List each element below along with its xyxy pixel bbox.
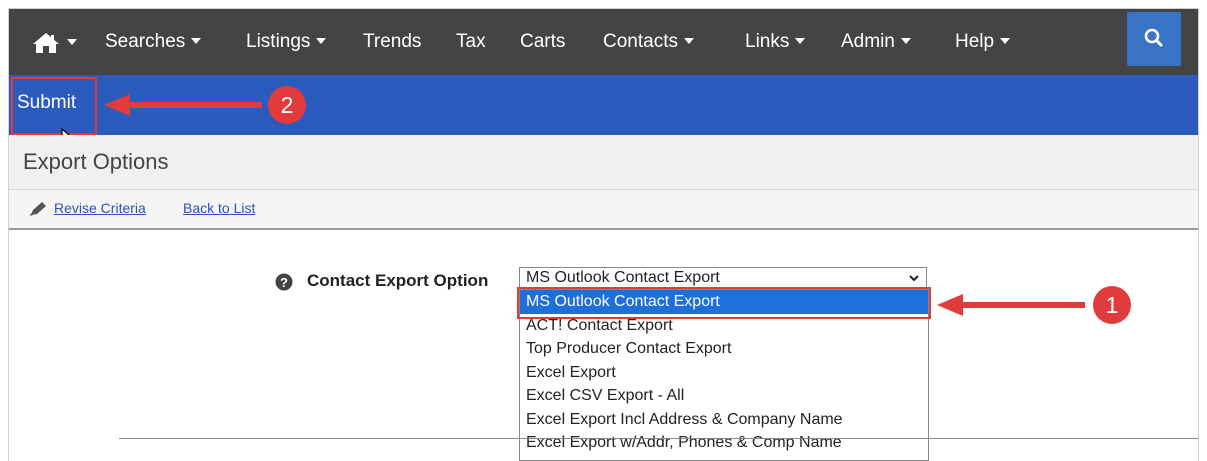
svg-text:?: ? — [280, 275, 288, 290]
nav-trends-label: Trends — [363, 31, 422, 52]
annotation-arrow-2 — [104, 94, 262, 116]
top-navigation: Searches Listings Trends Tax Carts Conta… — [9, 9, 1198, 75]
chevron-down-icon — [909, 275, 919, 282]
divider — [119, 438, 1198, 439]
selected-option-highlight-box — [517, 287, 931, 319]
chevron-down-icon — [900, 37, 911, 44]
submit-highlight-box — [11, 77, 97, 135]
action-toolbar: Submit 2 — [9, 75, 1198, 149]
back-to-list-link[interactable]: Back to List — [183, 200, 255, 216]
revise-criteria-link[interactable]: Revise Criteria — [54, 200, 146, 216]
select-current-value: MS Outlook Contact Export — [526, 269, 720, 286]
nav-admin[interactable]: Admin — [841, 9, 911, 75]
nav-listings-label: Listings — [246, 31, 311, 52]
chevron-down-icon — [795, 37, 806, 44]
nav-carts-label: Carts — [520, 31, 566, 52]
contact-export-option-select[interactable]: MS Outlook Contact Export — [519, 267, 927, 289]
chevron-down-icon — [1000, 37, 1011, 44]
app-window: Searches Listings Trends Tax Carts Conta… — [8, 8, 1199, 461]
annotation-badge-2: 2 — [268, 86, 306, 124]
pencil-icon — [30, 202, 46, 216]
annotation-badge-1: 1 — [1093, 286, 1131, 324]
nav-contacts[interactable]: Contacts — [603, 9, 694, 75]
nav-links-label: Links — [745, 31, 790, 52]
home-menu-caret-icon[interactable] — [67, 39, 77, 45]
option-top-producer[interactable]: Top Producer Contact Export — [520, 337, 928, 361]
nav-trends[interactable]: Trends — [363, 9, 421, 75]
option-excel-export[interactable]: Excel Export — [520, 361, 928, 385]
search-button[interactable] — [1127, 12, 1181, 66]
chevron-down-icon — [683, 37, 694, 44]
nav-searches[interactable]: Searches — [105, 9, 202, 75]
nav-searches-label: Searches — [105, 31, 186, 52]
link-bar: Revise Criteria Back to List — [9, 190, 1198, 230]
annotation-arrow-1 — [937, 294, 1085, 316]
option-excel-address-company[interactable]: Excel Export Incl Address & Company Name — [520, 408, 928, 432]
nav-help-label: Help — [955, 31, 995, 52]
chevron-down-icon — [191, 37, 202, 44]
nav-tax[interactable]: Tax — [456, 9, 486, 75]
nav-help[interactable]: Help — [955, 9, 1011, 75]
nav-carts[interactable]: Carts — [520, 9, 565, 75]
home-icon[interactable] — [33, 33, 59, 53]
option-excel-addr-phones-comp[interactable]: Excel Export w/Addr, Phones & Comp Name — [520, 431, 928, 455]
nav-listings[interactable]: Listings — [246, 9, 327, 75]
nav-contacts-label: Contacts — [603, 31, 678, 52]
help-icon[interactable]: ? — [275, 273, 293, 291]
contact-export-option-label: Contact Export Option — [307, 271, 489, 290]
chevron-down-icon — [316, 37, 327, 44]
page-header: Export Options — [9, 135, 1198, 190]
nav-links[interactable]: Links — [745, 9, 806, 75]
page-title: Export Options — [23, 149, 169, 174]
nav-tax-label: Tax — [456, 31, 486, 52]
search-icon — [1144, 28, 1163, 47]
nav-admin-label: Admin — [841, 31, 895, 52]
option-excel-csv-all[interactable]: Excel CSV Export - All — [520, 384, 928, 408]
